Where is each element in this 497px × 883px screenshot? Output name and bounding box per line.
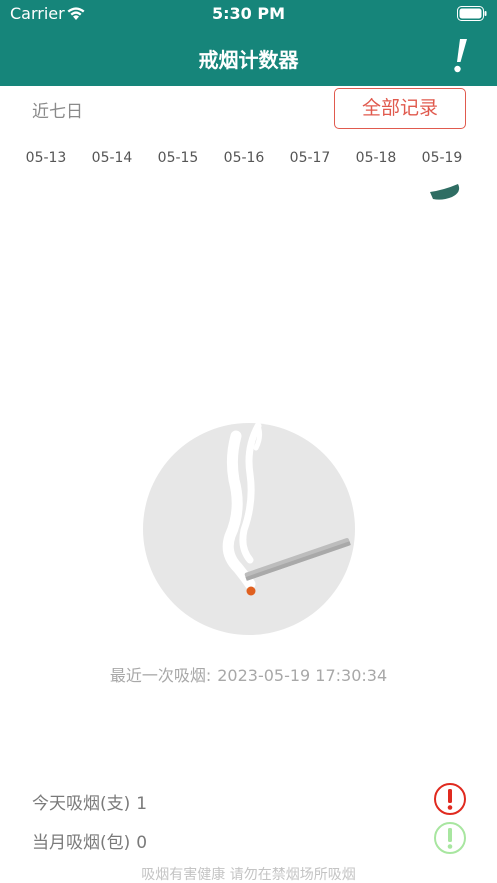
date-label[interactable]: 05-14 bbox=[79, 150, 145, 166]
today-label: 今天吸烟(支) bbox=[32, 794, 131, 814]
page-title: 戒烟计数器 bbox=[198, 48, 299, 72]
last-smoke-row: 最近一次吸烟: 2023-05-19 17:30:34 bbox=[0, 662, 497, 686]
range-label: 近七日 bbox=[32, 102, 83, 122]
exclamation-icon[interactable] bbox=[449, 38, 471, 74]
all-records-button[interactable]: 全部记录 bbox=[334, 88, 466, 129]
weekly-chart bbox=[430, 184, 460, 200]
footer-note: 吸烟有害健康 请勿在禁烟场所吸烟 bbox=[141, 867, 356, 883]
battery-icon bbox=[457, 6, 487, 21]
date-axis: 05-13 05-14 05-15 05-16 05-17 05-18 05-1… bbox=[13, 150, 477, 170]
date-label[interactable]: 05-13 bbox=[13, 150, 79, 166]
last-smoke-label: 最近一次吸烟: bbox=[109, 666, 212, 685]
today-stat: 今天吸烟(支) 1 bbox=[32, 789, 147, 814]
month-stat: 当月吸烟(包) 0 bbox=[32, 828, 147, 853]
clock: 5:30 PM bbox=[211, 4, 285, 23]
month-label: 当月吸烟(包) bbox=[32, 833, 131, 853]
smoking-cigarette-icon[interactable] bbox=[138, 418, 360, 640]
today-value: 1 bbox=[136, 794, 148, 814]
date-label[interactable]: 05-17 bbox=[277, 150, 343, 166]
date-label[interactable]: 05-15 bbox=[145, 150, 211, 166]
chart-mark-05-19 bbox=[430, 184, 460, 200]
header: Carrier 5:30 PM 戒烟计数器 bbox=[0, 0, 497, 86]
last-smoke-value: 2023-05-19 17:30:34 bbox=[217, 666, 388, 685]
month-value: 0 bbox=[136, 833, 148, 853]
date-label[interactable]: 05-16 bbox=[211, 150, 277, 166]
alert-red-icon[interactable] bbox=[433, 782, 467, 816]
date-label[interactable]: 05-18 bbox=[343, 150, 409, 166]
alert-green-icon[interactable] bbox=[433, 821, 467, 855]
status-bar: Carrier 5:30 PM bbox=[0, 0, 497, 28]
date-label[interactable]: 05-19 bbox=[409, 150, 475, 166]
